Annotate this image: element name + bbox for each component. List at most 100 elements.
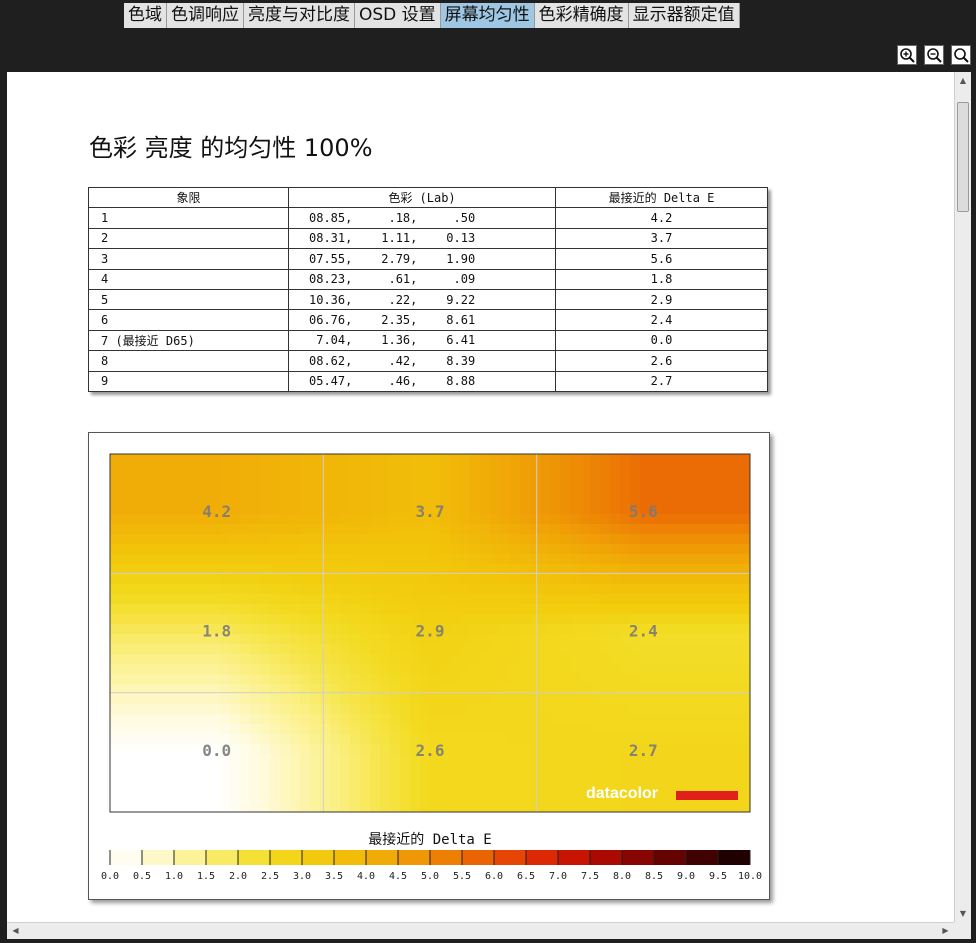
cell-lab: 08.23, .61, .09 [288,268,556,290]
uniformity-chart: 4.2 3.7 5.6 1.8 2.9 2.4 0.0 2.6 2.7 datacolor 0.0 0… [88,432,770,900]
scale-tick-label: 7.5 [581,871,599,882]
cell-lab: 10.36, .22, 9.22 [288,288,556,311]
color-scale-segment [686,850,719,865]
zoom-in-button[interactable] [897,45,917,65]
vertical-scrollbar[interactable]: ▲ ▼ [954,72,971,922]
scale-tick-label: 4.0 [357,871,375,882]
scale-tick-label: 9.0 [677,871,695,882]
scale-tick-label: 5.0 [421,871,439,882]
scale-tick-label: 3.0 [293,871,311,882]
scale-tick-label: 5.5 [453,871,471,882]
tab-4[interactable]: 屏幕均匀性 [440,3,535,28]
scrollbar-corner [954,922,971,939]
cell-delta-e: 2.4 [555,309,768,331]
color-scale-segment [590,850,623,865]
scale-tick-label: 1.5 [197,871,215,882]
table-row: 6 06.76, 2.35, 8.61 2.4 [88,309,768,331]
cell-lab: 07.55, 2.79, 1.90 [288,248,556,270]
datacolor-bar [676,791,738,800]
cell-lab: 08.62, .42, 8.39 [288,350,556,372]
scroll-left-icon[interactable]: ◀ [7,923,24,939]
scale-tick-label: 3.5 [325,871,343,882]
color-scale-segment [366,850,399,865]
cell-delta-e: 0.0 [555,329,768,352]
cell-lab: 05.47, .46, 8.88 [288,370,556,392]
color-scale-segment [558,850,591,865]
scale-tick-label: 6.5 [517,871,535,882]
scale-tick-label: 2.0 [229,871,247,882]
tab-6[interactable]: 显示器额定值 [628,3,740,28]
zoom-in-icon [900,48,915,63]
legend-title: 最接近的 Delta E [368,832,492,848]
color-scale-segment [206,850,239,865]
color-scale-segment [430,850,463,865]
heatmap-cell-label: 3.7 [416,502,445,521]
tab-3[interactable]: OSD 设置 [355,3,441,28]
cell-quadrant: 5 [88,288,289,311]
zoom-fit-button[interactable] [951,45,971,65]
heatmap-cell-label: 2.6 [416,741,445,760]
zoom-fit-icon [954,48,969,63]
cell-quadrant: 7 (最接近 D65) [88,329,289,352]
column-header-delta-e: 最接近的 Delta E [555,186,768,209]
scale-tick-label: 8.5 [645,871,663,882]
column-header-quadrant: 象限 [88,186,289,209]
scroll-right-icon[interactable]: ▶ [937,923,954,939]
color-scale-segment [526,850,559,865]
tab-bar: 色域 色调响应 亮度与对比度 OSD 设置 屏幕均匀性 色彩精确度 显示器额定值 [124,3,740,28]
scroll-down-icon[interactable]: ▼ [955,905,971,922]
heatmap-cell-label: 2.9 [416,622,445,641]
horizontal-scrollbar[interactable]: ◀ ▶ [7,922,954,939]
cell-lab: 06.76, 2.35, 8.61 [288,309,556,331]
page-title: 色彩 亮度 的均匀性 100% [89,134,373,162]
scrollbar-thumb[interactable] [957,102,969,212]
scale-tick-label: 10.0 [738,871,762,882]
color-scale-segment [334,850,367,865]
cell-quadrant: 6 [88,309,289,331]
cell-quadrant: 9 [88,370,289,392]
color-scale-segment [238,850,271,865]
scale-tick-label: 7.0 [549,871,567,882]
report-viewport: 色彩 亮度 的均匀性 100% 象限 色彩 (Lab) 最接近的 Delta E… [7,72,954,922]
color-scale-segment [398,850,431,865]
cell-delta-e: 3.7 [555,227,768,250]
heatmap-cell-label: 4.2 [202,502,231,521]
datacolor-watermark: datacolor [586,785,658,802]
color-scale-segment [142,850,175,865]
color-scale-segment [174,850,207,865]
cell-delta-e: 4.2 [555,207,768,229]
heatmap-cell-label: 5.6 [629,502,658,521]
scale-tick-label: 6.0 [485,871,503,882]
column-header-lab: 色彩 (Lab) [288,186,556,209]
color-scale-segment [110,850,143,865]
uniformity-table: 象限 色彩 (Lab) 最接近的 Delta E 1 08.85, .18, .5… [88,186,768,392]
tab-2[interactable]: 亮度与对比度 [244,3,355,28]
tab-1[interactable]: 色调响应 [167,3,244,28]
color-scale-segment [654,850,687,865]
cell-delta-e: 5.6 [555,248,768,270]
cell-delta-e: 2.6 [555,350,768,372]
scale-tick-label: 0.5 [133,871,151,882]
table-row: 2 08.31, 1.11, 0.13 3.7 [88,227,768,250]
cell-delta-e: 2.7 [555,370,768,392]
color-scale-segment [302,850,335,865]
cell-lab: 08.85, .18, .50 [288,207,556,229]
tab-0[interactable]: 色域 [124,3,167,28]
table-row: 4 08.23, .61, .09 1.8 [88,268,768,290]
scroll-up-icon[interactable]: ▲ [955,72,971,89]
table-row: 5 10.36, .22, 9.22 2.9 [88,288,768,311]
cell-quadrant: 1 [88,207,289,229]
zoom-out-button[interactable] [924,45,944,65]
tab-5[interactable]: 色彩精确度 [534,3,629,28]
heatmap-cell-label: 0.0 [202,741,231,760]
color-scale-segment [462,850,495,865]
color-scale-segment [718,850,751,865]
cell-delta-e: 2.9 [555,288,768,311]
scale-tick-label: 4.5 [389,871,407,882]
scale-tick-label: 9.5 [709,871,727,882]
table-row: 3 07.55, 2.79, 1.90 5.6 [88,248,768,270]
heatmap-cell-label: 2.7 [629,741,658,760]
scale-tick-label: 0.0 [101,871,119,882]
cell-quadrant: 4 [88,268,289,290]
cell-quadrant: 2 [88,227,289,250]
